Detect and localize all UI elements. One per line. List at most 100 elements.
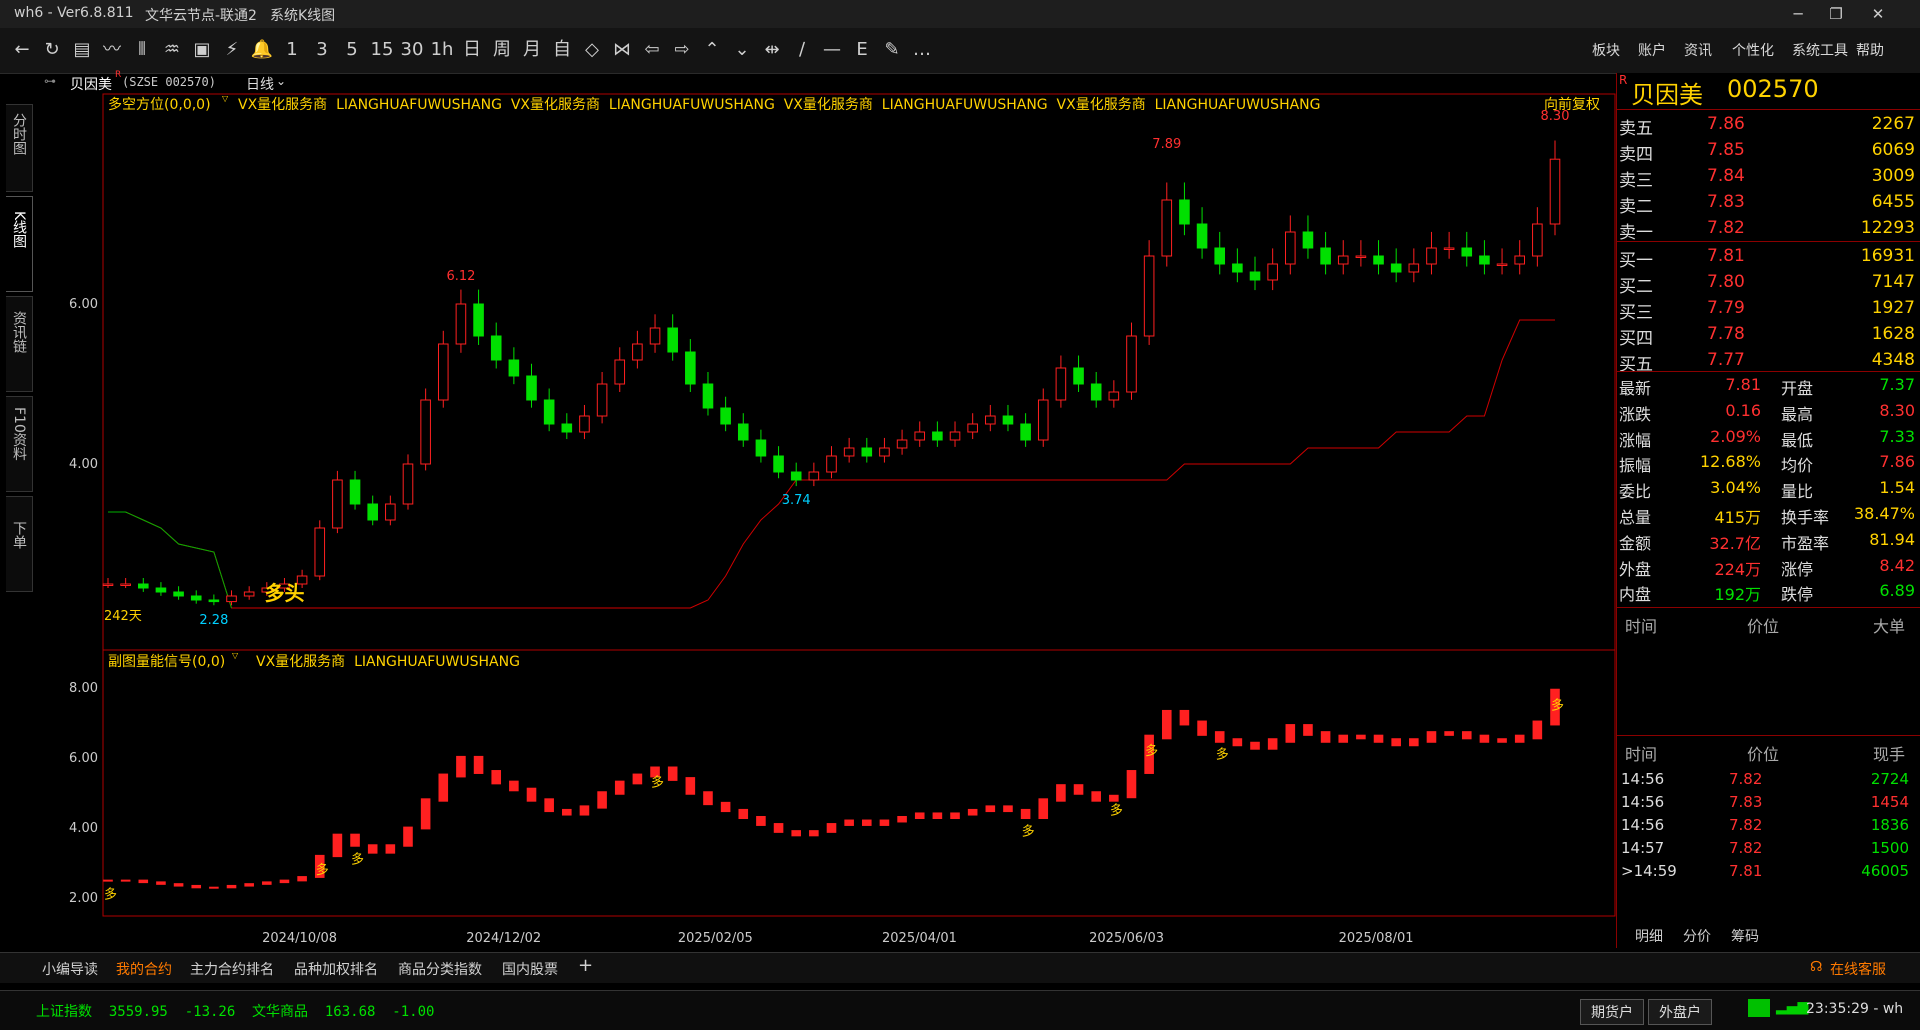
menu-news[interactable]: 资讯: [1684, 40, 1712, 60]
toolbar-icon-21[interactable]: ⇦: [638, 38, 666, 62]
candle[interactable]: [208, 599, 220, 603]
toolbar-icon-9[interactable]: 1: [278, 38, 306, 62]
candle[interactable]: [1285, 231, 1296, 265]
candle[interactable]: [755, 439, 767, 457]
candle[interactable]: [385, 503, 396, 521]
candle[interactable]: [737, 423, 749, 441]
menu-system-tools[interactable]: 系统工具: [1792, 40, 1848, 60]
toolbar-icon-28[interactable]: E: [848, 38, 876, 62]
candle[interactable]: [614, 359, 626, 385]
candle[interactable]: [508, 359, 520, 377]
candle[interactable]: [1108, 391, 1120, 401]
ask-row[interactable]: 卖四 7.85 6069: [1617, 137, 1920, 165]
candle[interactable]: [226, 595, 237, 603]
candle[interactable]: [861, 447, 873, 457]
futures-account-button[interactable]: 期货户: [1580, 999, 1644, 1025]
candle[interactable]: [490, 335, 502, 361]
candle[interactable]: [120, 583, 131, 586]
bid-row[interactable]: 买三 7.79 1927: [1617, 295, 1920, 323]
ask-row[interactable]: 卖三 7.84 3009: [1617, 163, 1920, 191]
candle[interactable]: [1532, 223, 1543, 257]
minimize-icon[interactable]: ─: [1788, 4, 1808, 24]
candle[interactable]: [1143, 255, 1155, 337]
candle[interactable]: [155, 587, 167, 593]
menu-account[interactable]: 账户: [1638, 40, 1666, 60]
candle[interactable]: [1214, 247, 1226, 265]
toolbar-icon-15[interactable]: 日: [458, 38, 486, 62]
candle[interactable]: [1320, 247, 1331, 265]
toolbar-icon-19[interactable]: ◇: [578, 38, 606, 62]
candle[interactable]: [702, 383, 714, 409]
tab-price-dist[interactable]: 分价: [1683, 926, 1711, 946]
candle[interactable]: [349, 479, 361, 505]
candle[interactable]: [579, 415, 590, 433]
toolbar-icon-22[interactable]: ⇨: [668, 38, 696, 62]
toolbar-icon-6[interactable]: ▣: [188, 38, 216, 62]
candle[interactable]: [455, 303, 467, 345]
close-icon[interactable]: ✕: [1868, 4, 1888, 24]
toolbar-icon-14[interactable]: 1h: [428, 38, 456, 62]
toolbar-icon-8[interactable]: 🔔: [248, 38, 276, 62]
candle[interactable]: [1408, 263, 1420, 273]
candle[interactable]: [808, 471, 820, 481]
candle[interactable]: [1267, 263, 1278, 281]
candle[interactable]: [879, 447, 890, 457]
candle[interactable]: [473, 303, 484, 337]
candle[interactable]: [1232, 263, 1243, 273]
candle[interactable]: [949, 431, 961, 441]
menu-personalize[interactable]: 个性化: [1732, 40, 1774, 60]
candle[interactable]: [932, 431, 943, 441]
candle[interactable]: [1549, 158, 1561, 225]
toolbar-icon-29[interactable]: ✎: [878, 38, 906, 62]
tab-my-contracts[interactable]: 我的合约: [116, 959, 172, 979]
menu-help[interactable]: 帮助: [1856, 40, 1884, 60]
candle[interactable]: [1461, 247, 1473, 257]
candle[interactable]: [1337, 255, 1349, 265]
candle[interactable]: [632, 343, 643, 361]
candle[interactable]: [667, 327, 678, 353]
online-service-link[interactable]: 在线客服: [1830, 959, 1886, 979]
candle[interactable]: [437, 343, 449, 401]
bid-row[interactable]: 买五 7.77 4348: [1617, 347, 1920, 375]
toolbar-icon-11[interactable]: 5: [338, 38, 366, 62]
candle[interactable]: [1161, 199, 1173, 257]
candle[interactable]: [1496, 263, 1508, 266]
candle[interactable]: [1055, 367, 1067, 401]
foreign-account-button[interactable]: 外盘户: [1648, 999, 1712, 1025]
tab-editor-guide[interactable]: 小编导读: [42, 959, 98, 979]
toolbar-icon-12[interactable]: 15: [368, 38, 396, 62]
candle[interactable]: [1390, 263, 1402, 273]
candle[interactable]: [1302, 231, 1314, 249]
candle[interactable]: [243, 591, 255, 597]
toolbar-icon-0[interactable]: ←: [8, 38, 36, 62]
bid-row[interactable]: 买二 7.80 7147: [1617, 269, 1920, 297]
chevron-down-icon[interactable]: ▽: [222, 94, 228, 103]
candle[interactable]: [1196, 223, 1208, 249]
tab-chips[interactable]: 筹码: [1731, 926, 1759, 946]
candle[interactable]: [914, 431, 926, 441]
candle[interactable]: [1179, 199, 1190, 225]
add-tab-button[interactable]: +: [578, 955, 593, 976]
candle[interactable]: [420, 399, 431, 465]
headset-icon[interactable]: ☊: [1810, 959, 1822, 975]
toolbar-icon-3[interactable]: 〰: [98, 38, 126, 62]
candle[interactable]: [826, 455, 837, 473]
toolbar-icon-23[interactable]: ⌃: [698, 38, 726, 62]
candle[interactable]: [843, 447, 855, 457]
candle[interactable]: [1479, 255, 1490, 265]
candle[interactable]: [314, 527, 326, 577]
candle[interactable]: [720, 407, 731, 425]
kline-chart[interactable]: 多多多多多多多 多多 6.004.008.006.004.002.002024/1…: [0, 92, 1616, 952]
candle[interactable]: [896, 439, 908, 449]
ask-row[interactable]: 卖一 7.82 12293: [1617, 215, 1920, 243]
menu-sector[interactable]: 板块: [1592, 40, 1620, 60]
candle[interactable]: [137, 583, 149, 589]
main-indicator-name[interactable]: 多空方位(0,0,0): [108, 94, 211, 114]
candle[interactable]: [190, 595, 202, 601]
ask-row[interactable]: 卖五 7.86 2267: [1617, 111, 1920, 139]
tab-domestic-stocks[interactable]: 国内股票: [502, 959, 558, 979]
maximize-icon[interactable]: ❐: [1826, 4, 1846, 24]
toolbar-icon-13[interactable]: 30: [398, 38, 426, 62]
candle[interactable]: [773, 455, 784, 473]
tab-main-contract-rank[interactable]: 主力合约排名: [190, 959, 274, 979]
